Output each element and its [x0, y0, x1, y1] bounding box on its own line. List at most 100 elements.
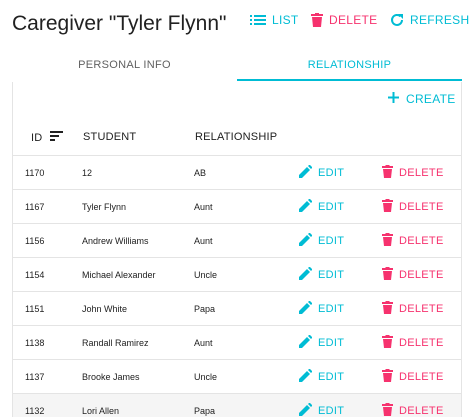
tab-relationship[interactable]: RELATIONSHIP: [237, 52, 462, 82]
create-button-label: CREATE: [406, 92, 456, 106]
trash-icon: [382, 233, 393, 249]
table-row[interactable]: 1167 Tyler Flynn Aunt EDIT DELETE: [13, 189, 461, 223]
delete-button-label: DELETE: [329, 13, 378, 27]
pencil-icon: [299, 198, 313, 215]
row-relationship: Papa: [194, 304, 216, 314]
row-relationship: Papa: [194, 406, 216, 416]
plus-icon: [388, 92, 399, 106]
page-title: Caregiver "Tyler Flynn": [12, 12, 227, 35]
table-row[interactable]: 1151 John White Papa EDIT DELETE: [13, 291, 461, 325]
row-id: 1151: [25, 304, 45, 314]
trash-icon: [382, 335, 393, 351]
row-student: Tyler Flynn: [82, 202, 127, 212]
trash-icon: [382, 301, 393, 317]
column-header-id-label: ID: [31, 131, 43, 144]
row-delete-button[interactable]: DELETE: [382, 335, 444, 351]
app-header: Caregiver "Tyler Flynn" LIST DELETE REFR…: [0, 0, 474, 50]
pencil-icon: [299, 300, 313, 317]
row-id: 1156: [25, 236, 45, 246]
row-relationship: Uncle: [194, 270, 218, 280]
row-edit-label: EDIT: [318, 201, 345, 213]
row-edit-button[interactable]: EDIT: [299, 300, 345, 317]
row-edit-label: EDIT: [318, 337, 345, 349]
table-row[interactable]: 1132 Lori Allen Papa EDIT DELETE: [13, 393, 461, 417]
row-id: 1154: [25, 270, 45, 280]
row-edit-label: EDIT: [318, 371, 345, 383]
row-delete-label: DELETE: [399, 167, 444, 179]
create-button[interactable]: CREATE: [388, 92, 456, 106]
row-delete-button[interactable]: DELETE: [382, 165, 444, 181]
row-edit-label: EDIT: [318, 235, 345, 247]
row-delete-label: DELETE: [399, 235, 444, 247]
trash-icon: [382, 199, 393, 215]
row-edit-button[interactable]: EDIT: [299, 334, 345, 351]
pencil-icon: [299, 368, 313, 385]
row-delete-label: DELETE: [399, 201, 444, 213]
table-row[interactable]: 1137 Brooke James Uncle EDIT DELETE: [13, 359, 461, 393]
row-student: Andrew Williams: [82, 236, 149, 246]
column-header-relationship: RELATIONSHIP: [195, 131, 278, 143]
delete-button[interactable]: DELETE: [311, 12, 377, 28]
pencil-icon: [299, 232, 313, 249]
row-edit-label: EDIT: [318, 269, 345, 281]
row-student: Brooke James: [82, 372, 140, 382]
row-delete-button[interactable]: DELETE: [382, 301, 444, 317]
row-id: 1167: [25, 202, 45, 212]
column-header-student: STUDENT: [83, 131, 137, 143]
refresh-button-label: REFRESH: [410, 13, 470, 27]
row-student: John White: [82, 304, 128, 314]
row-delete-label: DELETE: [399, 371, 444, 383]
table-body: 1170 12 AB EDIT DELETE 1167 Tyler Flynn Aunt EDI…: [13, 155, 461, 417]
row-delete-label: DELETE: [399, 269, 444, 281]
pencil-icon: [299, 402, 313, 417]
row-edit-label: EDIT: [318, 167, 345, 179]
trash-icon: [382, 267, 393, 283]
row-relationship: AB: [194, 168, 207, 178]
row-delete-button[interactable]: DELETE: [382, 267, 444, 283]
list-button-label: LIST: [272, 13, 299, 27]
row-delete-label: DELETE: [399, 337, 444, 349]
row-edit-button[interactable]: EDIT: [299, 368, 345, 385]
row-delete-button[interactable]: DELETE: [382, 233, 444, 249]
table-row[interactable]: 1138 Randall Ramirez Aunt EDIT DELETE: [13, 325, 461, 359]
pencil-icon: [299, 334, 313, 351]
table-header: ID STUDENT RELATIONSHIP: [13, 127, 461, 155]
row-delete-button[interactable]: DELETE: [382, 199, 444, 215]
row-edit-label: EDIT: [318, 405, 345, 417]
row-relationship: Aunt: [194, 338, 213, 348]
refresh-icon: [390, 13, 404, 27]
row-student: 12: [82, 168, 93, 178]
table-row[interactable]: 1154 Michael Alexander Uncle EDIT DELETE: [13, 257, 461, 291]
column-header-id[interactable]: ID: [31, 131, 64, 144]
trash-icon: [382, 369, 393, 385]
table-row[interactable]: 1156 Andrew Williams Aunt EDIT DELETE: [13, 223, 461, 257]
row-edit-label: EDIT: [318, 303, 345, 315]
row-id: 1170: [25, 168, 45, 178]
row-relationship: Uncle: [194, 372, 218, 382]
row-edit-button[interactable]: EDIT: [299, 164, 345, 181]
table-row[interactable]: 1170 12 AB EDIT DELETE: [13, 155, 461, 189]
row-delete-button[interactable]: DELETE: [382, 403, 444, 417]
refresh-button[interactable]: REFRESH: [390, 12, 469, 28]
row-student: Lori Allen: [82, 406, 120, 416]
row-id: 1137: [25, 372, 45, 382]
list-icon: [250, 14, 266, 26]
pencil-icon: [299, 164, 313, 181]
tab-personal-info[interactable]: PERSONAL INFO: [12, 52, 237, 82]
trash-icon: [311, 13, 323, 27]
row-student: Randall Ramirez: [82, 338, 149, 348]
sort-icon: [42, 131, 64, 144]
trash-icon: [382, 403, 393, 417]
row-student: Michael Alexander: [82, 270, 156, 280]
row-edit-button[interactable]: EDIT: [299, 232, 345, 249]
row-id: 1138: [25, 338, 45, 348]
row-edit-button[interactable]: EDIT: [299, 266, 345, 283]
row-relationship: Aunt: [194, 202, 213, 212]
list-button[interactable]: LIST: [250, 12, 299, 28]
trash-icon: [382, 165, 393, 181]
row-edit-button[interactable]: EDIT: [299, 198, 345, 215]
row-id: 1132: [25, 406, 45, 416]
tab-bar: PERSONAL INFO RELATIONSHIP: [12, 52, 462, 82]
row-edit-button[interactable]: EDIT: [299, 402, 345, 417]
row-delete-button[interactable]: DELETE: [382, 369, 444, 385]
